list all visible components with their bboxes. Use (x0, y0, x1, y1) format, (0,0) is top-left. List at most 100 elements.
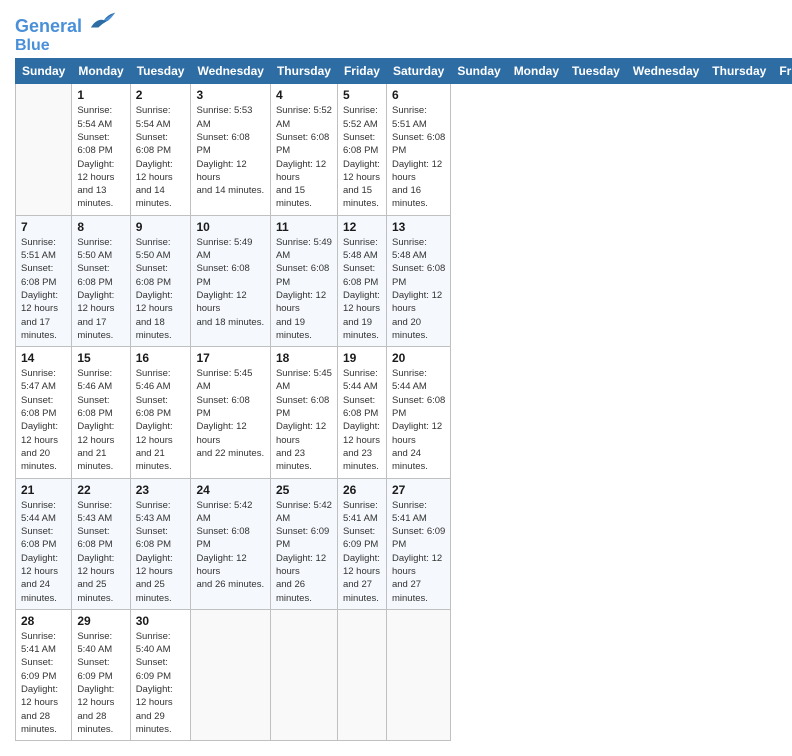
day-number: 10 (196, 220, 264, 234)
day-number: 2 (136, 88, 186, 102)
day-info: Sunrise: 5:51 AM Sunset: 6:08 PM Dayligh… (21, 236, 66, 342)
day-info: Sunrise: 5:50 AM Sunset: 6:08 PM Dayligh… (77, 236, 124, 342)
calendar-cell: 9 Sunrise: 5:50 AM Sunset: 6:08 PM Daylig… (130, 215, 191, 346)
day-info: Sunrise: 5:44 AM Sunset: 6:08 PM Dayligh… (392, 367, 445, 473)
calendar-cell: 29Sunrise: 5:40 AM Sunset: 6:09 PM Dayli… (72, 609, 130, 740)
day-info: Sunrise: 5:46 AM Sunset: 6:08 PM Dayligh… (136, 367, 186, 473)
calendar-cell: 21 Sunrise: 5:44 AM Sunset: 6:08 PM Dayli… (16, 478, 72, 609)
day-info: Sunrise: 5:54 AM Sunset: 6:08 PM Dayligh… (136, 104, 186, 210)
day-number: 4 (276, 88, 332, 102)
calendar-cell: 22 Sunrise: 5:43 AM Sunset: 6:08 PM Dayli… (72, 478, 130, 609)
logo-blue: Blue (15, 37, 117, 55)
day-info: Sunrise: 5:44 AM Sunset: 6:08 PM Dayligh… (343, 367, 381, 473)
logo-general: General (15, 16, 82, 36)
logo-text: General (15, 10, 117, 37)
calendar-cell (386, 609, 450, 740)
calendar-cell: 17Sunrise: 5:45 AM Sunset: 6:08 PM Dayli… (191, 347, 270, 478)
day-number: 23 (136, 483, 186, 497)
calendar-cell: 26 Sunrise: 5:41 AM Sunset: 6:09 PM Dayli… (337, 478, 386, 609)
day-info: Sunrise: 5:53 AM Sunset: 6:08 PM Dayligh… (196, 104, 264, 197)
day-info: Sunrise: 5:46 AM Sunset: 6:08 PM Dayligh… (77, 367, 124, 473)
week-row-1: 1 Sunrise: 5:54 AM Sunset: 6:08 PM Daylig… (16, 84, 792, 215)
col-header-thursday: Thursday (706, 59, 773, 84)
day-number: 19 (343, 351, 381, 365)
day-info: Sunrise: 5:41 AM Sunset: 6:09 PM Dayligh… (343, 499, 381, 605)
calendar-cell: 8Sunrise: 5:50 AM Sunset: 6:08 PM Daylig… (72, 215, 130, 346)
day-info: Sunrise: 5:52 AM Sunset: 6:08 PM Dayligh… (276, 104, 332, 210)
header-wednesday: Wednesday (191, 59, 270, 84)
calendar-cell: 2 Sunrise: 5:54 AM Sunset: 6:08 PM Daylig… (130, 84, 191, 215)
logo: General Blue (15, 10, 117, 54)
header-monday: Monday (72, 59, 130, 84)
calendar-cell: 15 Sunrise: 5:46 AM Sunset: 6:08 PM Dayli… (72, 347, 130, 478)
day-info: Sunrise: 5:49 AM Sunset: 6:08 PM Dayligh… (276, 236, 332, 342)
day-number: 25 (276, 483, 332, 497)
day-info: Sunrise: 5:41 AM Sunset: 6:09 PM Dayligh… (392, 499, 445, 605)
day-info: Sunrise: 5:42 AM Sunset: 6:08 PM Dayligh… (196, 499, 264, 592)
calendar-cell: 30Sunrise: 5:40 AM Sunset: 6:09 PM Dayli… (130, 609, 191, 740)
day-number: 7 (21, 220, 66, 234)
calendar-cell: 16 Sunrise: 5:46 AM Sunset: 6:08 PM Dayli… (130, 347, 191, 478)
day-number: 27 (392, 483, 445, 497)
calendar-cell: 27 Sunrise: 5:41 AM Sunset: 6:09 PM Dayli… (386, 478, 450, 609)
day-number: 15 (77, 351, 124, 365)
calendar-cell: 1Sunrise: 5:54 AM Sunset: 6:08 PM Daylig… (72, 84, 130, 215)
day-info: Sunrise: 5:44 AM Sunset: 6:08 PM Dayligh… (21, 499, 66, 605)
day-number: 12 (343, 220, 381, 234)
calendar-cell: 25 Sunrise: 5:42 AM Sunset: 6:09 PM Dayli… (270, 478, 337, 609)
day-number: 21 (21, 483, 66, 497)
header-sunday: Sunday (16, 59, 72, 84)
col-header-monday: Monday (507, 59, 565, 84)
calendar-cell: 3Sunrise: 5:53 AM Sunset: 6:08 PM Daylig… (191, 84, 270, 215)
calendar-cell: 7 Sunrise: 5:51 AM Sunset: 6:08 PM Daylig… (16, 215, 72, 346)
col-header-tuesday: Tuesday (566, 59, 627, 84)
day-info: Sunrise: 5:49 AM Sunset: 6:08 PM Dayligh… (196, 236, 264, 329)
calendar-cell: 24Sunrise: 5:42 AM Sunset: 6:08 PM Dayli… (191, 478, 270, 609)
calendar-cell: 12Sunrise: 5:48 AM Sunset: 6:08 PM Dayli… (337, 215, 386, 346)
day-info: Sunrise: 5:43 AM Sunset: 6:08 PM Dayligh… (77, 499, 124, 605)
day-info: Sunrise: 5:50 AM Sunset: 6:08 PM Dayligh… (136, 236, 186, 342)
col-header-wednesday: Wednesday (626, 59, 705, 84)
day-number: 26 (343, 483, 381, 497)
day-number: 30 (136, 614, 186, 628)
calendar-cell: 4 Sunrise: 5:52 AM Sunset: 6:08 PM Daylig… (270, 84, 337, 215)
calendar-cell: 14 Sunrise: 5:47 AM Sunset: 6:08 PM Dayli… (16, 347, 72, 478)
week-row-2: 7 Sunrise: 5:51 AM Sunset: 6:08 PM Daylig… (16, 215, 792, 346)
calendar-cell: 10 Sunrise: 5:49 AM Sunset: 6:08 PM Dayli… (191, 215, 270, 346)
week-row-4: 21 Sunrise: 5:44 AM Sunset: 6:08 PM Dayli… (16, 478, 792, 609)
day-number: 13 (392, 220, 445, 234)
day-info: Sunrise: 5:48 AM Sunset: 6:08 PM Dayligh… (392, 236, 445, 342)
day-number: 18 (276, 351, 332, 365)
calendar-cell (16, 84, 72, 215)
header-tuesday: Tuesday (130, 59, 191, 84)
header-thursday: Thursday (270, 59, 337, 84)
day-info: Sunrise: 5:52 AM Sunset: 6:08 PM Dayligh… (343, 104, 381, 210)
calendar-cell: 20 Sunrise: 5:44 AM Sunset: 6:08 PM Dayli… (386, 347, 450, 478)
day-number: 1 (77, 88, 124, 102)
calendar-cell: 18 Sunrise: 5:45 AM Sunset: 6:08 PM Dayli… (270, 347, 337, 478)
day-number: 5 (343, 88, 381, 102)
day-info: Sunrise: 5:42 AM Sunset: 6:09 PM Dayligh… (276, 499, 332, 605)
day-info: Sunrise: 5:40 AM Sunset: 6:09 PM Dayligh… (77, 630, 124, 736)
calendar-cell: 23Sunrise: 5:43 AM Sunset: 6:08 PM Dayli… (130, 478, 191, 609)
calendar-cell: 11Sunrise: 5:49 AM Sunset: 6:08 PM Dayli… (270, 215, 337, 346)
day-number: 28 (21, 614, 66, 628)
calendar-cell: 13 Sunrise: 5:48 AM Sunset: 6:08 PM Dayli… (386, 215, 450, 346)
day-number: 6 (392, 88, 445, 102)
day-number: 22 (77, 483, 124, 497)
day-number: 9 (136, 220, 186, 234)
calendar-table: SundayMondayTuesdayWednesdayThursdayFrid… (15, 58, 792, 741)
day-number: 16 (136, 351, 186, 365)
day-info: Sunrise: 5:41 AM Sunset: 6:09 PM Dayligh… (21, 630, 66, 736)
calendar-cell: 5 Sunrise: 5:52 AM Sunset: 6:08 PM Daylig… (337, 84, 386, 215)
day-number: 20 (392, 351, 445, 365)
day-number: 14 (21, 351, 66, 365)
day-info: Sunrise: 5:45 AM Sunset: 6:08 PM Dayligh… (276, 367, 332, 473)
week-row-5: 28 Sunrise: 5:41 AM Sunset: 6:09 PM Dayli… (16, 609, 792, 740)
day-info: Sunrise: 5:47 AM Sunset: 6:08 PM Dayligh… (21, 367, 66, 473)
day-number: 17 (196, 351, 264, 365)
calendar-cell: 28 Sunrise: 5:41 AM Sunset: 6:09 PM Dayli… (16, 609, 72, 740)
logo-bird-icon (89, 10, 117, 32)
day-info: Sunrise: 5:51 AM Sunset: 6:08 PM Dayligh… (392, 104, 445, 210)
calendar-cell (337, 609, 386, 740)
